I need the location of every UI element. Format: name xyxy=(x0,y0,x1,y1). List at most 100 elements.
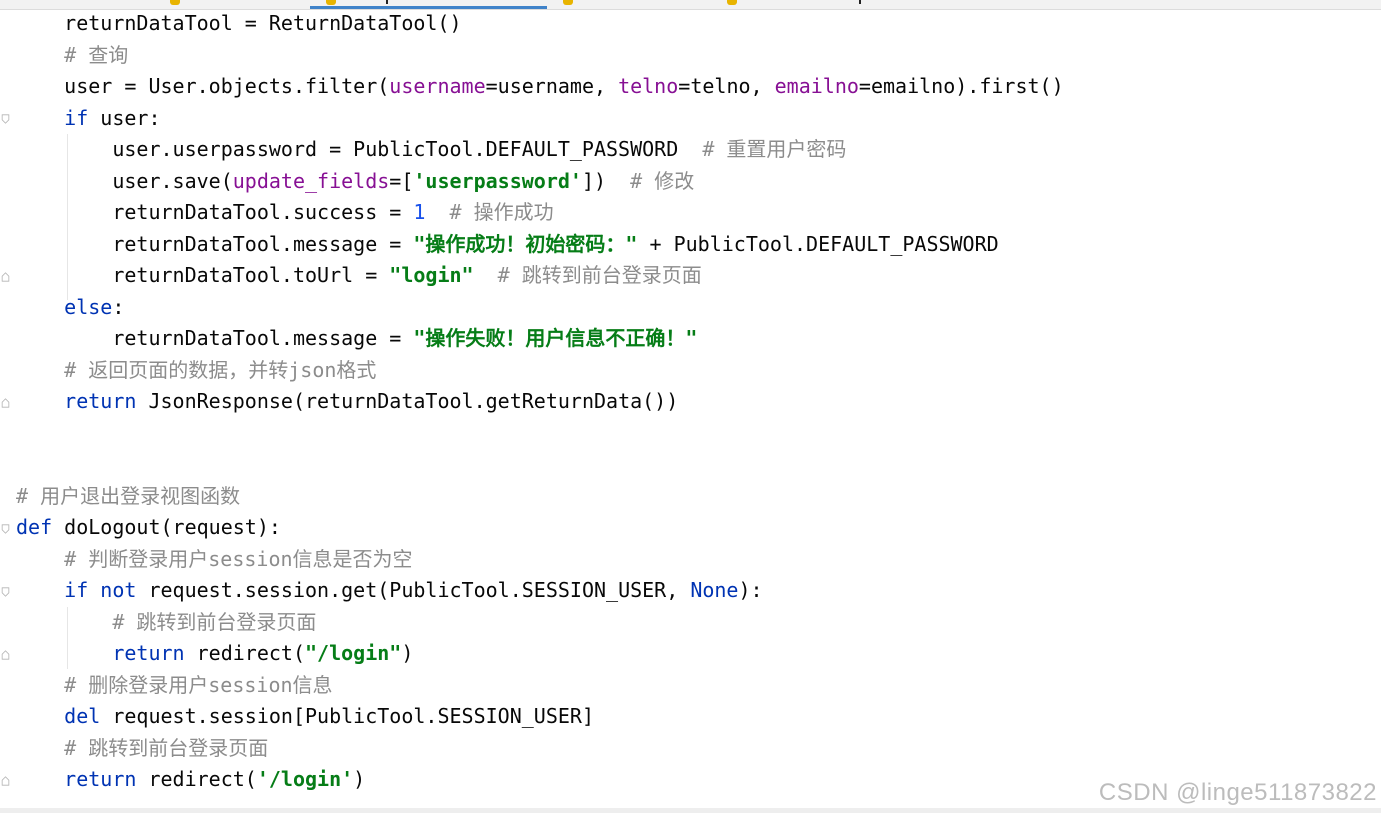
code-keyword: def xyxy=(16,515,53,539)
code-text: user.userpassword = PublicTool.DEFAULT_P… xyxy=(16,137,703,161)
fold-marker-icon[interactable] xyxy=(1,272,10,282)
code-string: 'userpassword' xyxy=(413,168,582,193)
code-line[interactable]: return JsonResponse(returnDataTool.getRe… xyxy=(16,386,678,418)
code-text: + PublicTool.DEFAULT_PASSWORD xyxy=(637,231,999,256)
tab-label-fragment xyxy=(386,0,388,4)
code-comment: # 返回页面的数据，并转json格式 xyxy=(16,357,377,382)
code-keyword: if xyxy=(64,105,89,130)
code-line[interactable]: return redirect("/login") xyxy=(16,638,413,670)
code-text: ]) xyxy=(581,168,631,193)
code-comment: # 用户退出登录视图函数 xyxy=(16,483,241,508)
editor-bottom-edge xyxy=(0,808,1381,813)
code-line[interactable]: # 删除登录用户session信息 xyxy=(16,670,333,702)
code-text: returnDataTool.success = xyxy=(16,200,414,224)
fold-marker-icon[interactable] xyxy=(1,587,10,597)
editor-tab[interactable] xyxy=(160,0,300,9)
fold-marker-icon[interactable] xyxy=(1,650,10,660)
code-text: returnDataTool.toUrl = xyxy=(16,263,390,287)
code-text: =telno, xyxy=(678,74,775,98)
code-text: redirect( xyxy=(136,767,257,791)
code-text: =[ xyxy=(389,168,414,193)
code-keyword: return xyxy=(64,767,137,791)
code-line[interactable]: returnDataTool.toUrl = "login" # 跳转到前台登录… xyxy=(16,260,701,292)
code-line[interactable]: user = User.objects.filter(username=user… xyxy=(16,71,1064,103)
python-file-icon xyxy=(727,0,737,5)
code-parameter: update_fields xyxy=(232,168,390,193)
python-file-icon xyxy=(563,0,573,5)
code-string: "/login" xyxy=(305,641,402,665)
code-keyword: return xyxy=(112,641,185,665)
code-text: JsonResponse(returnDataTool.getReturnDat… xyxy=(136,389,679,413)
code-line[interactable]: del request.session[PublicTool.SESSION_U… xyxy=(16,701,594,733)
fold-marker-icon[interactable] xyxy=(1,524,10,534)
code-text: request.session.get(PublicTool.SESSION_U… xyxy=(136,578,691,602)
code-text: returnDataTool = ReturnDataTool() xyxy=(16,11,462,35)
editor-tab-bar xyxy=(0,0,1381,10)
editor-tab[interactable] xyxy=(555,0,715,9)
code-string: "login" xyxy=(389,263,474,287)
code-number: 1 xyxy=(413,200,426,224)
code-line[interactable]: # 返回页面的数据，并转json格式 xyxy=(16,355,376,387)
code-editor[interactable]: returnDataTool = ReturnDataTool() # 查询 u… xyxy=(0,10,1381,803)
code-keyword: del xyxy=(64,704,101,728)
code-string: "操作失败！用户信息不正确！" xyxy=(413,326,698,350)
code-comment: # 查询 xyxy=(16,42,129,67)
code-text: doLogout(request): xyxy=(52,515,281,539)
code-line[interactable]: user.userpassword = PublicTool.DEFAULT_P… xyxy=(16,134,846,166)
fold-marker-icon[interactable] xyxy=(1,114,10,124)
code-line[interactable]: return redirect('/login') xyxy=(16,764,365,796)
code-text: user = User.objects.filter( xyxy=(16,74,390,98)
code-comment: # 修改 xyxy=(630,168,695,193)
code-line[interactable]: if user: xyxy=(16,103,160,135)
code-keyword: else xyxy=(64,294,113,319)
code-keyword: return xyxy=(64,389,137,413)
code-line[interactable]: # 判断登录用户session信息是否为空 xyxy=(16,544,413,576)
code-comment: # 删除登录用户session信息 xyxy=(16,672,333,697)
code-line[interactable]: if not request.session.get(PublicTool.SE… xyxy=(16,575,763,607)
fold-marker-icon[interactable] xyxy=(1,398,10,408)
code-line[interactable]: # 跳转到前台登录页面 xyxy=(16,607,316,639)
code-line[interactable]: def doLogout(request): xyxy=(16,512,281,544)
code-string: '/login' xyxy=(256,767,354,791)
code-line[interactable]: else: xyxy=(16,292,124,324)
code-line[interactable]: returnDataTool = ReturnDataTool() xyxy=(16,10,462,40)
code-text: =emailno).first() xyxy=(858,74,1064,98)
code-parameter: telno xyxy=(618,74,679,98)
code-line[interactable]: returnDataTool.success = 1 # 操作成功 xyxy=(16,197,554,229)
fold-marker-icon[interactable] xyxy=(1,776,10,786)
python-file-icon xyxy=(170,0,180,5)
code-text: =username, xyxy=(485,74,619,98)
python-file-icon xyxy=(326,0,336,5)
code-text: redirect( xyxy=(184,641,305,665)
code-line[interactable]: # 用户退出登录视图函数 xyxy=(16,481,240,513)
code-parameter: emailno xyxy=(774,74,859,98)
code-line[interactable]: # 跳转到前台登录页面 xyxy=(16,733,268,765)
code-comment: # 跳转到前台登录页面 xyxy=(16,609,317,634)
code-keyword: None xyxy=(690,578,739,602)
code-text: ): xyxy=(738,578,763,602)
code-line[interactable]: # 查询 xyxy=(16,40,128,72)
editor-tab-active[interactable] xyxy=(310,0,547,9)
code-parameter: username xyxy=(389,74,486,98)
code-comment: # 跳转到前台登录页面 xyxy=(16,735,269,760)
code-keyword: if not xyxy=(64,578,137,602)
code-text: returnDataTool.message = xyxy=(16,231,414,256)
code-comment: # 判断登录用户session信息是否为空 xyxy=(16,546,413,571)
code-text: user.save( xyxy=(16,168,233,193)
code-line[interactable]: returnDataTool.message = "操作成功！初始密码：" + … xyxy=(16,229,999,261)
editor-tab[interactable] xyxy=(725,0,885,9)
watermark: CSDN @linge511873822 xyxy=(1098,779,1377,806)
code-text: ) xyxy=(401,641,414,665)
code-comment: # 操作成功 xyxy=(449,200,554,224)
code-line[interactable]: returnDataTool.message = "操作失败！用户信息不正确！" xyxy=(16,323,697,355)
code-text: request.session[PublicTool.SESSION_USER] xyxy=(100,704,594,728)
code-line[interactable]: user.save(update_fields=['userpassword']… xyxy=(16,166,694,198)
tab-label-fragment xyxy=(859,0,861,4)
